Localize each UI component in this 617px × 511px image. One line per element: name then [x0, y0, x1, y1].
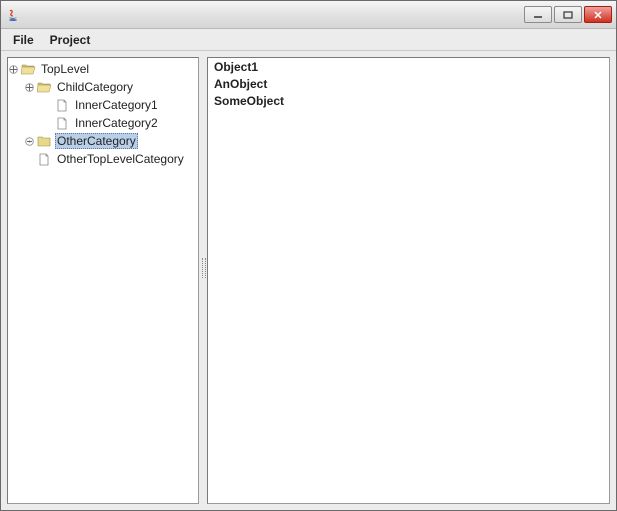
java-icon: [5, 7, 21, 23]
expand-spacer: [24, 154, 34, 164]
tree-label: InnerCategory1: [73, 98, 160, 112]
folder-icon: [36, 134, 52, 148]
menu-project[interactable]: Project: [42, 31, 99, 49]
expand-toggle[interactable]: [24, 82, 34, 92]
main-window: File Project TopLevel ChildC: [0, 0, 617, 511]
list-item[interactable]: SomeObject: [212, 94, 605, 111]
close-button[interactable]: [584, 6, 612, 23]
menubar: File Project: [1, 29, 616, 51]
file-icon: [36, 152, 52, 166]
tree-node-innercategory1[interactable]: InnerCategory1: [8, 96, 198, 114]
expand-toggle[interactable]: [8, 64, 18, 74]
tree-node-toplevel[interactable]: TopLevel: [8, 60, 198, 78]
content-area: TopLevel ChildCategory InnerCategory1: [1, 51, 616, 510]
folder-open-icon: [20, 62, 36, 76]
tree-label: InnerCategory2: [73, 116, 160, 130]
tree-node-innercategory2[interactable]: InnerCategory2: [8, 114, 198, 132]
list-item[interactable]: AnObject: [212, 77, 605, 94]
folder-open-icon: [36, 80, 52, 94]
maximize-button[interactable]: [554, 6, 582, 23]
file-icon: [54, 116, 70, 130]
window-controls: [524, 6, 612, 23]
tree-label: TopLevel: [39, 62, 91, 76]
tree-node-othertoplevelcategory[interactable]: OtherTopLevelCategory: [8, 150, 198, 168]
collapse-toggle[interactable]: [24, 136, 34, 146]
splitter[interactable]: [199, 57, 207, 504]
tree-panel: TopLevel ChildCategory InnerCategory1: [7, 57, 199, 504]
tree-node-childcategory[interactable]: ChildCategory: [8, 78, 198, 96]
list-item[interactable]: Object1: [212, 60, 605, 77]
tree-label: ChildCategory: [55, 80, 135, 94]
minimize-button[interactable]: [524, 6, 552, 23]
list-panel: Object1 AnObject SomeObject: [207, 57, 610, 504]
file-icon: [54, 98, 70, 112]
menu-file[interactable]: File: [5, 31, 42, 49]
expand-spacer: [42, 118, 52, 128]
titlebar[interactable]: [1, 1, 616, 29]
tree-label: OtherTopLevelCategory: [55, 152, 186, 166]
tree-node-othercategory[interactable]: OtherCategory: [8, 132, 198, 150]
expand-spacer: [42, 100, 52, 110]
tree-label: OtherCategory: [55, 133, 138, 149]
